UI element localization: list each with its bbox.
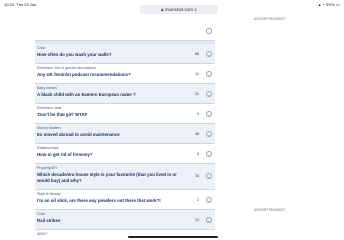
thread-row[interactable]: Property/DIY Which decade/era house styl… xyxy=(35,164,215,190)
home-indicator[interactable] xyxy=(128,236,218,238)
chevron-down-icon[interactable]: ⌄ xyxy=(206,91,212,97)
thread-category[interactable]: Feminism: chat xyxy=(37,106,61,110)
thread-row[interactable]: Chat Rail strikes 13 ⌄ xyxy=(35,210,215,230)
url-text: mumsnet.com xyxy=(164,7,194,12)
thread-category[interactable]: Feminism: Sex & gender discussions xyxy=(37,66,96,70)
reply-count: 13 xyxy=(195,218,199,222)
circle-icon[interactable] xyxy=(206,28,212,34)
reply-count: 88 xyxy=(195,52,199,56)
reply-count: 38 xyxy=(195,132,199,136)
address-bar[interactable]: 🔒︎ mumsnet.com ≡ xyxy=(140,5,218,14)
reply-count: 9 xyxy=(197,112,199,116)
chevron-down-icon[interactable]: ⌄ xyxy=(206,173,212,179)
ad-label-middle: ADVERTISEMENT xyxy=(254,208,286,212)
chevron-down-icon[interactable]: ⌄ xyxy=(206,197,212,203)
thread-row[interactable]: Money Matters Ex moved abroad to avoid m… xyxy=(35,124,215,144)
thread-row[interactable]: Relationships How to get rid of frenemy?… xyxy=(35,144,215,164)
thread-category[interactable]: Style & Beauty xyxy=(37,192,61,196)
thread-row[interactable]: Feminism: chat 'Don't be that girl' WTAF… xyxy=(35,104,215,124)
reader-icon[interactable]: ≡ xyxy=(194,7,197,12)
thread-title[interactable]: I'm an oil slick, are there any powders … xyxy=(37,198,189,204)
status-icons: ▴ ◔ 59% ▭ xyxy=(318,2,340,7)
thread-title[interactable]: Rail strikes xyxy=(37,218,189,224)
thread-row[interactable]: Feminism: Sex & gender discussions Any U… xyxy=(35,64,215,84)
reply-count: 11 xyxy=(195,72,199,76)
thread-category[interactable]: Money Matters xyxy=(37,126,61,130)
thread-list: Chat How often do you wash your walls? 8… xyxy=(35,21,215,240)
thread-category[interactable]: Chat xyxy=(37,46,45,50)
thread-category[interactable]: AIBU? xyxy=(37,232,47,236)
thread-title[interactable]: Any UK feminist podcast recommendations? xyxy=(37,72,189,78)
thread-title[interactable]: How often do you wash your walls? xyxy=(37,52,189,58)
blank-row xyxy=(35,21,215,41)
thread-row[interactable]: Style & Beauty I'm an oil slick, are the… xyxy=(35,190,215,210)
reply-count: 6 xyxy=(197,152,199,156)
chevron-down-icon[interactable]: ⌄ xyxy=(206,131,212,137)
thread-category[interactable]: Property/DIY xyxy=(37,166,58,170)
thread-row[interactable]: Chat How often do you wash your walls? 8… xyxy=(35,44,215,64)
ad-label-top: ADVERTISEMENT xyxy=(254,17,286,21)
thread-row[interactable]: AIBU? xyxy=(35,230,215,240)
chevron-down-icon[interactable]: ⌄ xyxy=(206,111,212,117)
reply-count: 2 xyxy=(197,198,199,202)
status-time: 10:23 Thu 23 Jun xyxy=(4,2,37,7)
thread-title[interactable]: 'Don't be that girl' WTAF xyxy=(37,112,189,118)
thread-title[interactable]: Ex moved abroad to avoid maintenance xyxy=(37,132,189,138)
thread-category[interactable]: Chat xyxy=(37,212,45,216)
thread-category[interactable]: Relationships xyxy=(37,146,59,150)
chevron-down-icon[interactable]: ⌄ xyxy=(206,151,212,157)
thread-title[interactable]: How to get rid of frenemy? xyxy=(37,152,189,158)
thread-title[interactable]: Which decade/era house style is your fav… xyxy=(37,172,189,184)
reply-count: 16 xyxy=(195,174,199,178)
chevron-down-icon[interactable]: ⌄ xyxy=(206,71,212,77)
thread-category[interactable]: Baby names xyxy=(37,86,57,90)
lock-icon: 🔒︎ xyxy=(161,7,164,12)
chevron-down-icon[interactable]: ⌄ xyxy=(206,51,212,57)
chevron-down-icon[interactable]: ⌄ xyxy=(206,217,212,223)
thread-row[interactable]: Baby names A black child with an Eastern… xyxy=(35,84,215,104)
thread-title[interactable]: A black child with an Eastern European n… xyxy=(37,92,189,98)
reply-count: 31 xyxy=(195,92,199,96)
